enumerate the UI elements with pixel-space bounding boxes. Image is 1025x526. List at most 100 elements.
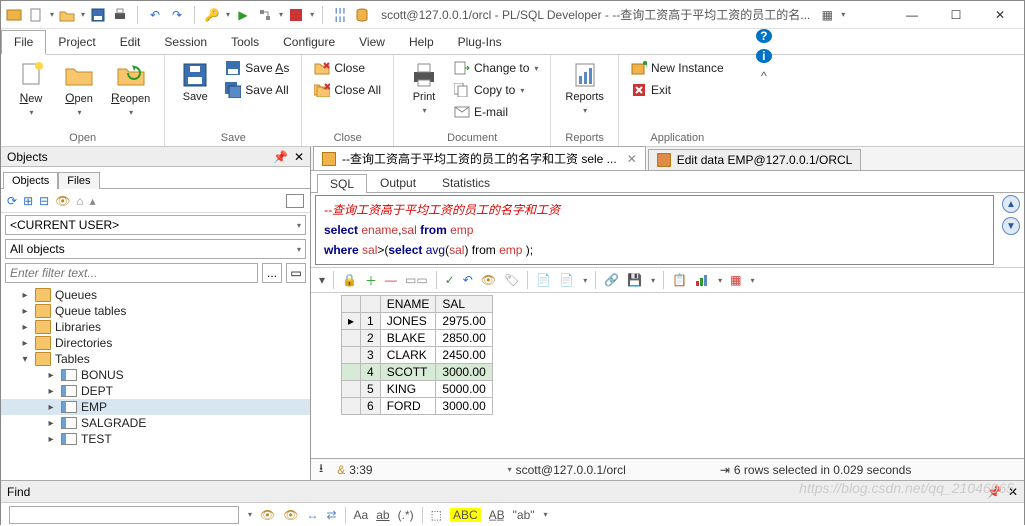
filter-clear-icon[interactable]: ▭ [286,263,306,283]
step-icon[interactable] [256,6,274,24]
save-button[interactable]: Save [175,59,215,106]
email-button[interactable]: E-mail [452,103,540,121]
key-icon[interactable]: 🔑 [203,6,221,24]
col-header[interactable]: ENAME [380,296,436,313]
stop-icon[interactable] [287,6,305,24]
print-button[interactable]: Print▾ [404,59,444,117]
new-doc-icon[interactable] [27,6,45,24]
find-grid-icon[interactable]: 👁 [481,273,496,287]
exit-button[interactable]: Exit [629,81,726,99]
rect-icon[interactable] [286,194,304,208]
close-button[interactable]: ✕ [980,5,1020,25]
export-icon[interactable]: 💾 [627,273,642,287]
close-all-button[interactable]: Close All [312,81,383,99]
collapse-ribbon-icon[interactable]: ^ [761,69,767,83]
tree-table-selected[interactable]: ▸EMP [1,399,310,415]
menu-session[interactable]: Session [152,29,219,54]
open-button[interactable]: Open▾ [59,59,99,119]
filter-more-icon[interactable]: ... [262,263,282,283]
undo-icon[interactable]: ↶ [146,6,164,24]
pin-icon[interactable]: 📌 [273,150,288,164]
new-button[interactable]: New▾ [11,59,51,119]
highlight-icon[interactable]: A̲B̲ [489,508,505,522]
menu-project[interactable]: Project [46,29,107,54]
bookmark-icon[interactable]: 🏷 [504,273,519,287]
tab-sql[interactable]: SQL [317,174,367,193]
tree-node[interactable]: ▸Directories [1,335,310,351]
menu-configure[interactable]: Configure [271,29,347,54]
chart-icon[interactable] [695,273,709,287]
first-icon[interactable]: ▾ [319,273,325,287]
refresh-icon[interactable]: ⟳ [7,194,17,208]
doc-tab[interactable]: Edit data EMP@127.0.0.1/ORCL [648,149,862,170]
find-next-icon[interactable]: 👁 [260,508,275,522]
run-icon[interactable]: ▶ [234,6,252,24]
sql-editor[interactable]: --查询工资高于平均工资的员工的名字和工资 select ename,sal f… [315,195,994,265]
settings-icon[interactable]: ¦¦¦ [331,6,349,24]
maximize-button[interactable]: ☐ [936,5,976,25]
scroll-up-icon[interactable]: ▲ [1002,195,1020,213]
pin-icon[interactable]: 📌 [987,485,1002,499]
copy-to-button[interactable]: Copy to ▾ [452,81,540,99]
reopen-button[interactable]: Reopen▾ [107,59,154,119]
scope-icon[interactable]: ⬚ [431,508,442,522]
dropdown-icon[interactable]: ▾ [248,510,252,519]
replace-all-icon[interactable]: ⇄ [326,508,336,522]
menu-tools[interactable]: Tools [219,29,271,54]
match-case-icon[interactable]: Aa [354,508,369,522]
clear-marks-icon[interactable]: "ab" [513,508,535,522]
table-row[interactable]: 5KING5000.00 [342,381,493,398]
table-row[interactable]: 4SCOTT3000.00 [342,364,493,381]
dropdown-icon[interactable]: ▾ [544,510,548,519]
mark-icon[interactable]: ABC [450,508,481,522]
expand-icon[interactable]: ⊞ [23,194,33,208]
dropdown-icon[interactable]: ▾ [279,10,283,19]
dup-row-icon[interactable]: ▭▭ [405,273,428,287]
find-prev-icon[interactable]: 👁 [283,508,298,522]
table-row[interactable]: 2BLAKE2850.00 [342,330,493,347]
reports-button[interactable]: Reports▾ [561,59,608,117]
tree-table[interactable]: ▸SALGRADE [1,415,310,431]
current-user-combo[interactable]: <CURRENT USER>▾ [5,215,306,235]
menu-plugins[interactable]: Plug-Ins [446,29,514,54]
result-grid[interactable]: ENAMESAL ▸1JONES2975.002BLAKE2850.003CLA… [311,293,1024,458]
fetch-all-icon[interactable]: 📄 [559,273,574,287]
new-instance-button[interactable]: New Instance [629,59,726,77]
tree-table[interactable]: ▸TEST [1,431,310,447]
all-objects-combo[interactable]: All objects▾ [5,239,306,259]
table-row[interactable]: ▸1JONES2975.00 [342,313,493,330]
table-row[interactable]: 6FORD3000.00 [342,398,493,415]
grid-view-icon[interactable]: ▦ [730,273,741,287]
tab-output[interactable]: Output [367,173,429,192]
close-doc-button[interactable]: Close [312,59,383,77]
link-icon[interactable]: 🔗 [604,273,619,287]
panel-close-icon[interactable]: ✕ [294,150,304,164]
tree-table[interactable]: ▸BONUS [1,367,310,383]
tree-table[interactable]: ▸DEPT [1,383,310,399]
doc-tab-active[interactable]: --查询工资高于平均工资的员工的名字和工资 sele ...✕ [313,146,646,170]
dropdown-icon[interactable]: ▾ [841,10,845,19]
copy-grid-icon[interactable]: 📋 [672,273,687,287]
up-icon[interactable]: ▴ [90,194,96,208]
commit-icon[interactable]: ✓ [445,273,455,287]
change-to-button[interactable]: Change to ▾ [452,59,540,77]
object-tree[interactable]: ▸Queues ▸Queue tables ▸Libraries ▸Direct… [1,285,310,480]
save-all-button[interactable]: Save All [223,81,291,99]
menu-view[interactable]: View [347,29,397,54]
menu-file[interactable]: File [1,30,46,55]
tree-node[interactable]: ▸Libraries [1,319,310,335]
info-icon[interactable]: i [756,49,772,63]
whole-word-icon[interactable]: ab [376,508,389,522]
delete-row-icon[interactable]: — [385,273,397,287]
filter-input[interactable] [5,263,258,283]
find-icon[interactable]: 👁 [55,194,70,208]
dropdown-icon[interactable]: ▾ [226,10,230,19]
scroll-down-icon[interactable]: ▼ [1002,217,1020,235]
close-tab-icon[interactable]: ✕ [627,152,637,166]
menu-help[interactable]: Help [397,29,446,54]
lock-icon[interactable]: 🔒 [342,273,357,287]
panel-close-icon[interactable]: ✕ [1008,485,1018,499]
table-row[interactable]: 3CLARK2450.00 [342,347,493,364]
collapse-icon[interactable]: ⊟ [39,194,49,208]
print-icon[interactable] [111,6,129,24]
